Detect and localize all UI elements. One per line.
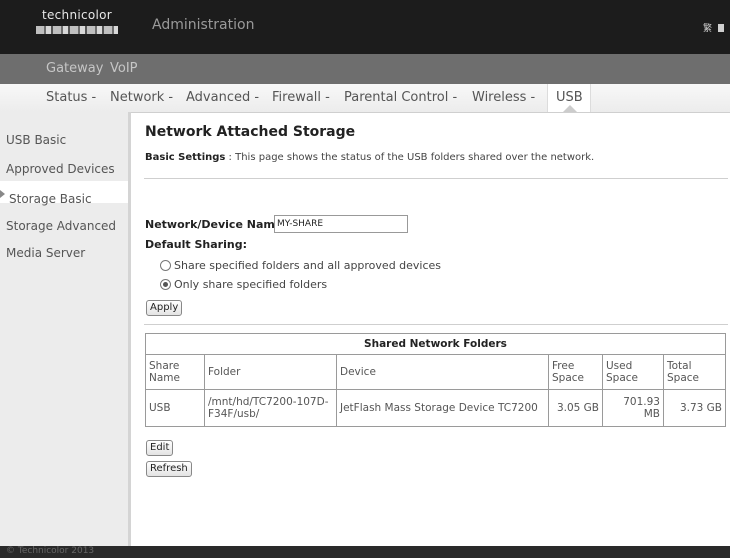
sidebar-item-approved-devices[interactable]: Approved Devices (6, 162, 115, 176)
window-icon[interactable] (718, 23, 724, 32)
nav-usb-tab[interactable]: USB (547, 84, 591, 112)
device-name-label: Network/Device Name: (145, 218, 287, 231)
nav-parental-control[interactable]: Parental Control - (344, 90, 457, 105)
table-header-row: Share Name Folder Device Free Space Used… (145, 354, 726, 390)
sidebar-item-usb-basic[interactable]: USB Basic (6, 133, 66, 147)
top-header: technicolor Administration 繁 (0, 0, 730, 54)
refresh-button[interactable]: Refresh (146, 461, 192, 477)
sidebar-arrow-icon (0, 190, 5, 198)
secondary-nav: Status - Network - Advanced - Firewall -… (0, 84, 730, 113)
logo-text: technicolor (41, 8, 113, 22)
active-tab-indicator (563, 105, 577, 112)
col-header-device: Device (336, 354, 549, 390)
radio-button-selected[interactable] (160, 279, 171, 290)
nav-usb-label: USB (556, 90, 583, 105)
table-row[interactable]: USB /mnt/hd/TC7200-107D-F34F/usb/ JetFla… (145, 389, 726, 427)
cell-device: JetFlash Mass Storage Device TC7200 (336, 389, 549, 427)
page-header-title: Administration (152, 17, 255, 33)
divider (144, 324, 728, 325)
basic-settings-text: : This page shows the status of the USB … (225, 152, 595, 163)
cell-used-space: 701.93 MB (602, 389, 664, 427)
footer: © Technicolor 2013 (0, 546, 730, 558)
nav-voip[interactable]: VoIP (110, 61, 138, 76)
divider (144, 178, 728, 179)
page-title: Network Attached Storage (145, 124, 356, 140)
language-toggle[interactable]: 繁 (703, 21, 712, 34)
radio-button[interactable] (160, 260, 171, 271)
sidebar-item-storage-basic[interactable]: Storage Basic (9, 192, 92, 206)
sidebar-item-media-server[interactable]: Media Server (6, 246, 85, 260)
radio-label: Only share specified folders (174, 278, 328, 291)
sidebar (0, 112, 131, 546)
cell-share-name: USB (145, 389, 205, 427)
col-header-used-space: Used Space (602, 354, 664, 390)
shared-folders-table: Shared Network Folders Share Name Folder… (145, 333, 726, 427)
nav-wireless[interactable]: Wireless - (472, 90, 535, 105)
col-header-free-space: Free Space (548, 354, 603, 390)
footer-copyright: © Technicolor 2013 (6, 546, 95, 556)
radio-option-share-all[interactable]: Share specified folders and all approved… (160, 259, 441, 272)
nav-status[interactable]: Status - (46, 90, 96, 105)
nav-gateway[interactable]: Gateway (46, 61, 103, 76)
basic-settings-description: Basic Settings : This page shows the sta… (145, 152, 594, 163)
default-sharing-label: Default Sharing: (145, 238, 247, 251)
nav-advanced[interactable]: Advanced - (186, 90, 259, 105)
nav-network[interactable]: Network - (110, 90, 173, 105)
col-header-total-space: Total Space (663, 354, 726, 390)
nav-firewall[interactable]: Firewall - (272, 90, 330, 105)
table-caption: Shared Network Folders (145, 333, 726, 355)
radio-option-only-specified[interactable]: Only share specified folders (160, 278, 327, 291)
basic-settings-label: Basic Settings (145, 152, 226, 163)
primary-nav: Gateway VoIP (0, 54, 730, 84)
header-icons: 繁 (703, 21, 724, 34)
cell-free-space: 3.05 GB (548, 389, 603, 427)
radio-label: Share specified folders and all approved… (174, 259, 442, 272)
device-name-input[interactable] (274, 215, 408, 233)
cell-folder: /mnt/hd/TC7200-107D-F34F/usb/ (204, 389, 337, 427)
col-header-share-name: Share Name (145, 354, 205, 390)
sidebar-item-storage-advanced[interactable]: Storage Advanced (6, 219, 116, 233)
cell-total-space: 3.73 GB (663, 389, 726, 427)
technicolor-logo[interactable]: technicolor (28, 8, 126, 34)
apply-button[interactable]: Apply (146, 300, 183, 316)
logo-graphic (36, 26, 118, 34)
edit-button[interactable]: Edit (146, 440, 174, 456)
col-header-folder: Folder (204, 354, 337, 390)
